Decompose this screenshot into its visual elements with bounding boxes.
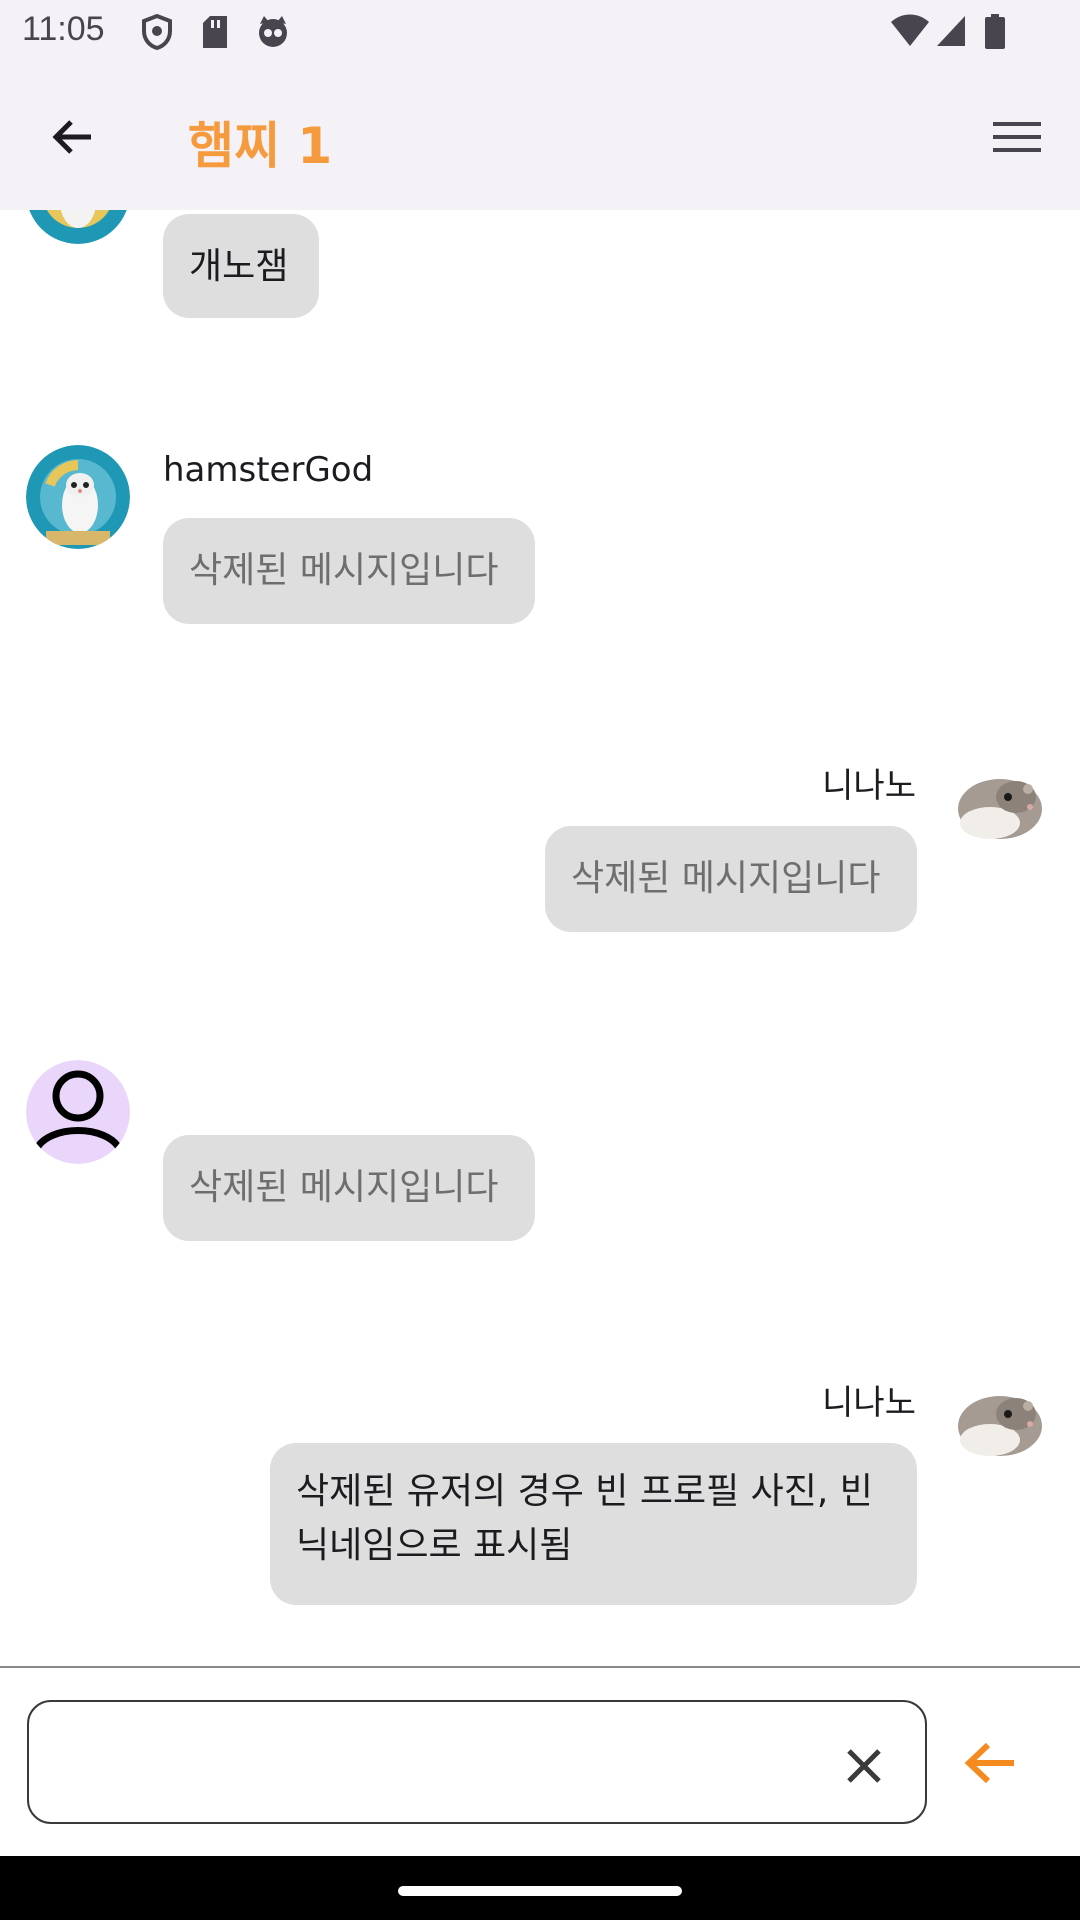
cell-signal-icon xyxy=(937,16,965,46)
close-icon xyxy=(847,1749,881,1783)
message-list[interactable]: 개노잼 hamsterGod 삭제된 메시지입니다 니나노 삭제된 메시지입니다… xyxy=(0,210,1080,1666)
message-text: 삭제된 메시지입니다 xyxy=(189,550,499,591)
message-text: 삭제된 메시지입니다 xyxy=(189,1167,499,1208)
message-bubble[interactable]: 삭제된 메시지입니다 xyxy=(163,1135,535,1241)
message-text: 삭제된 유저의 경우 빈 프로필 사진, 빈 닉네임으로 표시됨 xyxy=(296,1471,873,1566)
message-bubble[interactable]: 삭제된 메시지입니다 xyxy=(163,518,535,624)
composer-divider xyxy=(0,1666,1080,1668)
hamster-wheel-avatar[interactable] xyxy=(26,445,130,549)
sender-name: hamsterGod xyxy=(163,450,374,490)
hamster-photo-avatar[interactable] xyxy=(946,753,1050,857)
shield-icon xyxy=(142,14,172,50)
message-bubble[interactable]: 개노잼 xyxy=(163,214,319,318)
back-button[interactable] xyxy=(40,104,106,170)
system-navigation-bar xyxy=(0,1856,1080,1920)
sender-name: 니나노 xyxy=(822,1383,916,1423)
status-bar: 11:05 xyxy=(0,0,1080,64)
sd-card-icon xyxy=(203,16,227,48)
default-user-avatar[interactable] xyxy=(26,1060,130,1164)
hamster-wheel-avatar[interactable] xyxy=(26,210,130,244)
message-bubble[interactable]: 삭제된 유저의 경우 빈 프로필 사진, 빈 닉네임으로 표시됨 xyxy=(270,1443,917,1605)
wifi-icon xyxy=(891,14,929,46)
battery-icon xyxy=(985,14,1005,49)
clear-input-button[interactable] xyxy=(832,1734,896,1798)
message-input[interactable] xyxy=(53,1722,817,1804)
chat-room-title: 햄찌 1 xyxy=(188,117,333,175)
message-input-container xyxy=(27,1700,927,1824)
send-button[interactable] xyxy=(955,1728,1025,1798)
hamster-photo-avatar[interactable] xyxy=(946,1370,1050,1474)
send-arrow-icon xyxy=(964,1742,1014,1784)
sender-name: 니나노 xyxy=(822,766,916,806)
menu-button[interactable] xyxy=(984,104,1050,170)
message-text: 삭제된 메시지입니다 xyxy=(571,858,881,899)
status-time: 11:05 xyxy=(22,10,105,48)
cat-icon xyxy=(259,16,287,47)
home-indicator[interactable] xyxy=(398,1886,682,1896)
message-bubble[interactable]: 삭제된 메시지입니다 xyxy=(545,826,917,932)
message-text: 개노잼 xyxy=(189,246,289,287)
menu-icon xyxy=(993,122,1041,152)
app-bar: 햄찌 1 xyxy=(0,64,1080,210)
arrow-back-icon xyxy=(52,120,91,154)
